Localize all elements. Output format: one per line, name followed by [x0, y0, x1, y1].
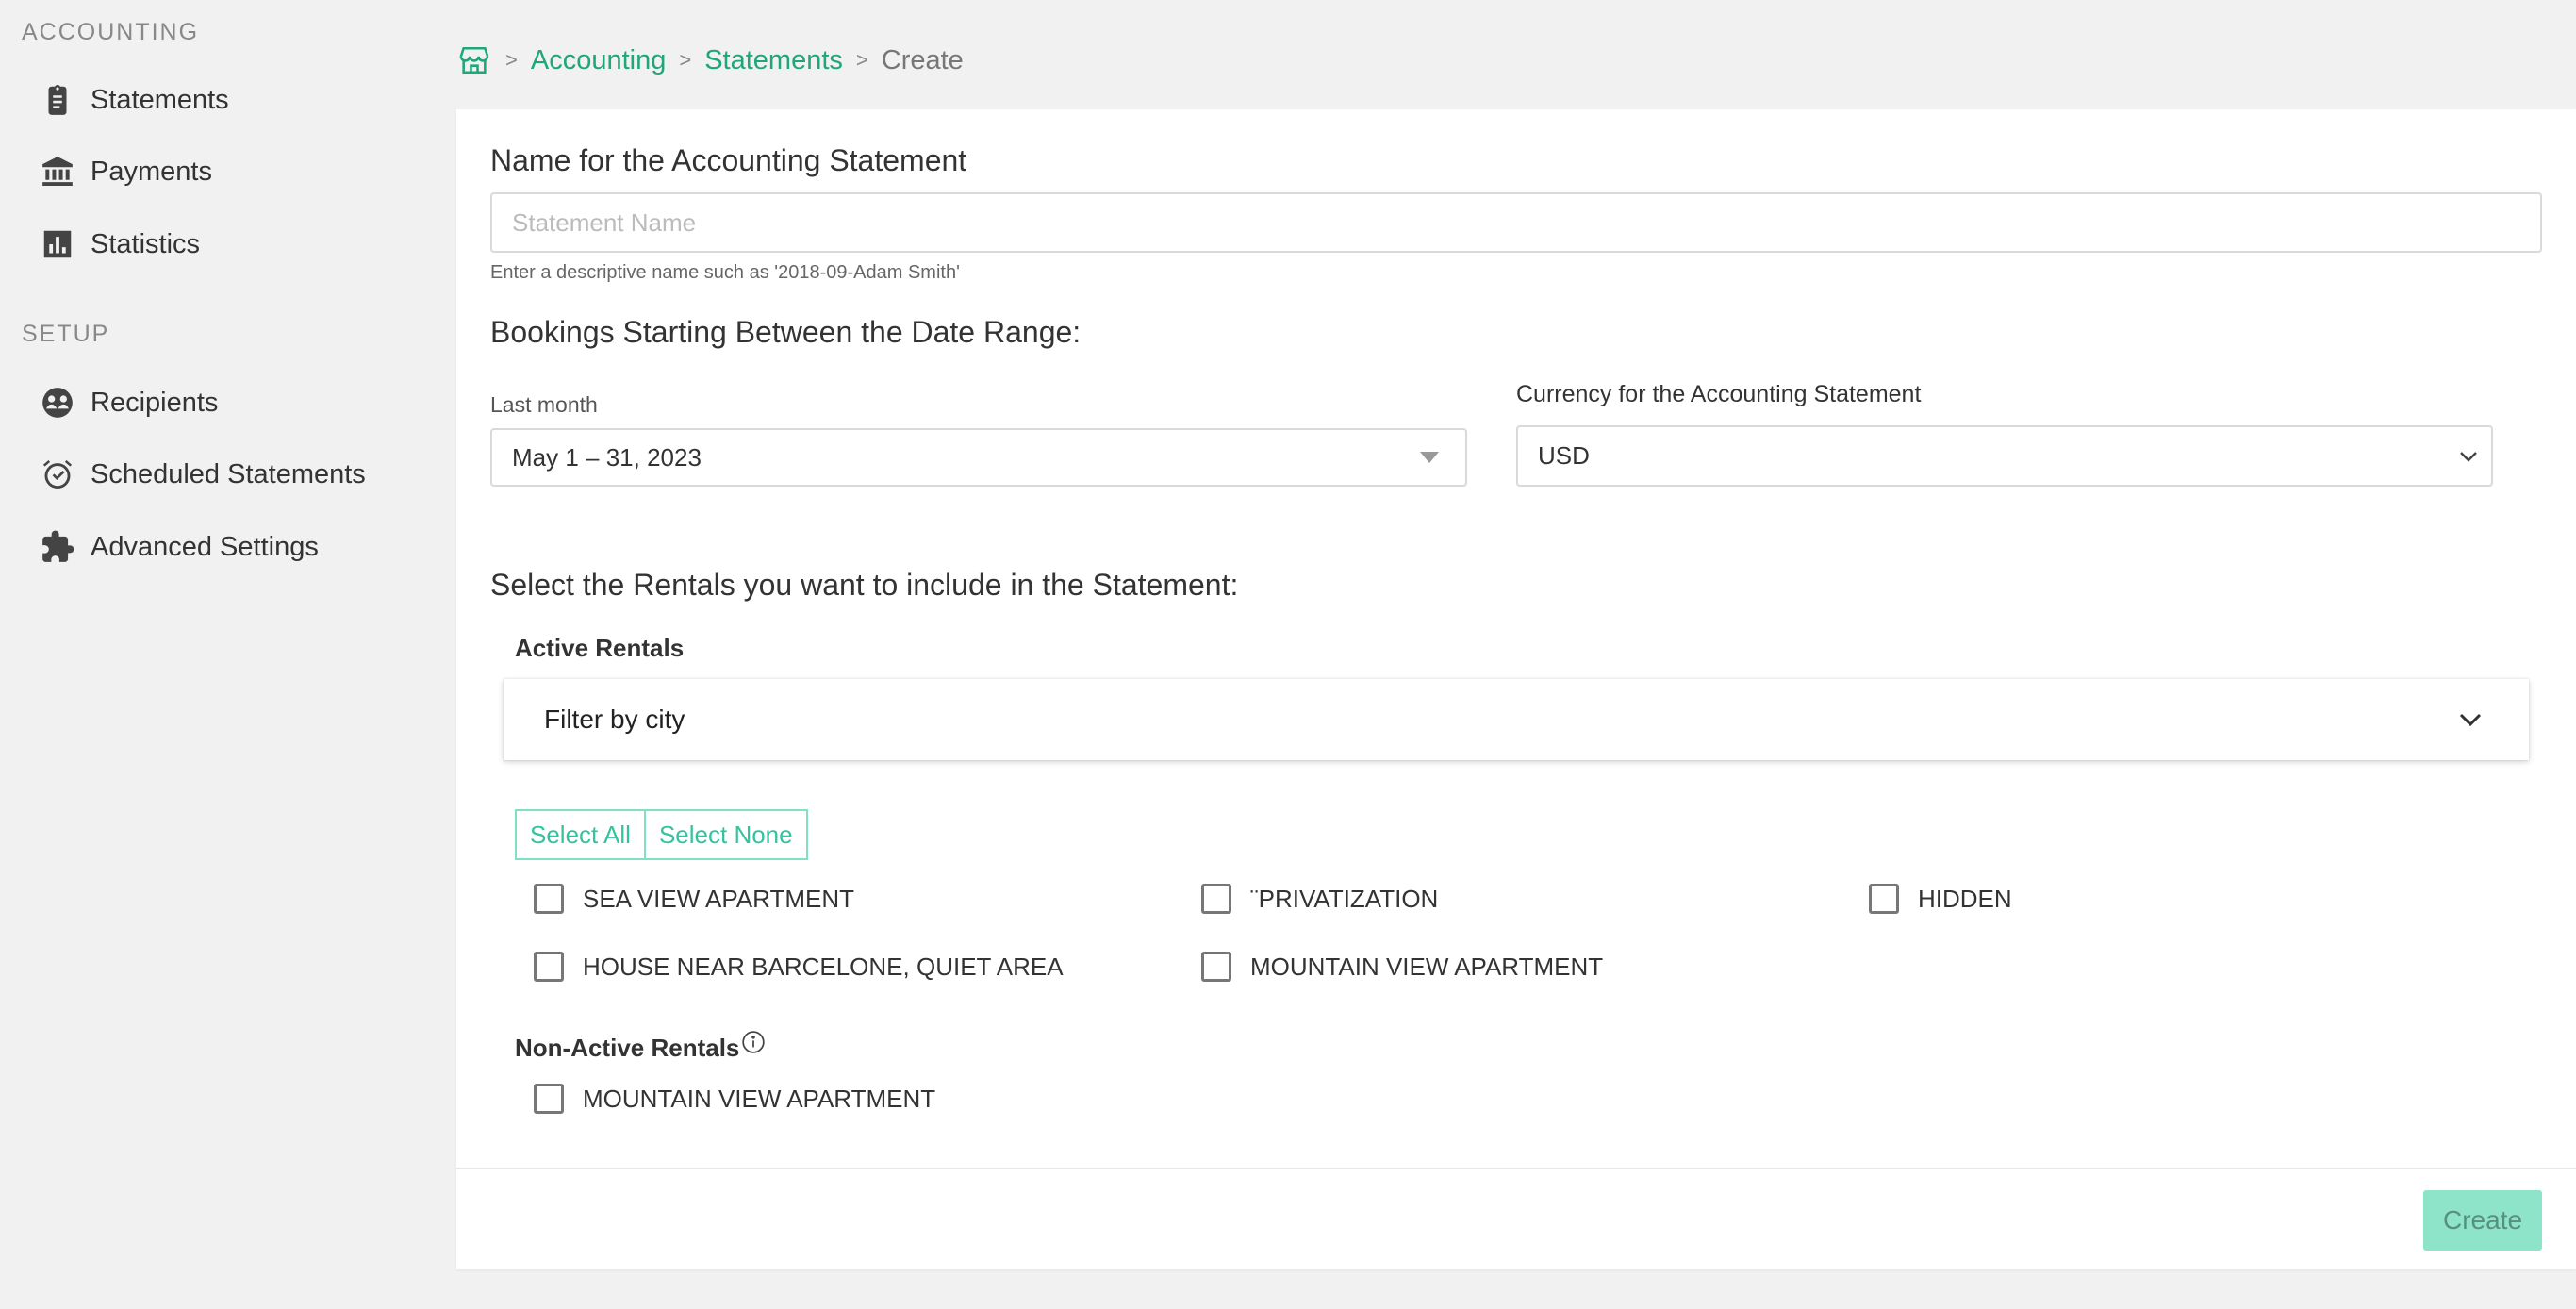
date-range-heading: Bookings Starting Between the Date Range…	[490, 315, 1082, 349]
rental-name: MOUNTAIN VIEW APARTMENT	[583, 1084, 936, 1113]
filter-by-city-dropdown[interactable]: Filter by city	[504, 679, 2529, 760]
sidebar: ACCOUNTING Statements Payments Statistic…	[0, 0, 443, 1309]
sidebar-item-label: Advanced Settings	[91, 531, 319, 562]
sidebar-item-statements[interactable]: Statements	[40, 76, 229, 124]
rental-checkbox-item[interactable]: MOUNTAIN VIEW APARTMENT	[1201, 952, 1603, 982]
sidebar-item-payments[interactable]: Payments	[40, 148, 212, 195]
select-all-button[interactable]: Select All	[515, 809, 646, 860]
checkbox[interactable]	[534, 1084, 564, 1114]
caret-down-icon	[1420, 452, 1439, 463]
rental-checkbox-item[interactable]: HOUSE NEAR BARCELONE, QUIET AREA	[534, 952, 1064, 982]
non-active-rentals-label: Non-Active Rentals	[515, 1034, 740, 1062]
date-preset-label: Last month	[490, 392, 598, 417]
sidebar-item-advanced-settings[interactable]: Advanced Settings	[40, 523, 319, 571]
sidebar-item-statistics[interactable]: Statistics	[40, 221, 200, 268]
sidebar-item-label: Payments	[91, 156, 212, 187]
chevron-down-icon	[2460, 451, 2477, 462]
chevron-down-icon	[2459, 713, 2482, 726]
bank-icon	[42, 157, 73, 187]
rental-name: HIDDEN	[1918, 884, 2012, 913]
checkbox[interactable]	[534, 952, 564, 982]
checkbox[interactable]	[1201, 884, 1231, 914]
selection-button-group: Select All Select None	[515, 809, 808, 860]
rental-name: ¨PRIVATIZATION	[1250, 884, 1439, 913]
select-none-button[interactable]: Select None	[643, 809, 808, 860]
rental-checkbox-item[interactable]: MOUNTAIN VIEW APARTMENT	[534, 1084, 935, 1114]
rental-name: MOUNTAIN VIEW APARTMENT	[1250, 952, 1604, 981]
bar-chart-icon	[43, 230, 72, 258]
sidebar-item-label: Scheduled Statements	[91, 458, 366, 489]
info-icon[interactable]	[741, 1030, 766, 1054]
filter-by-city-label: Filter by city	[544, 704, 685, 734]
create-button[interactable]: Create	[2423, 1190, 2542, 1251]
currency-value: USD	[1538, 441, 1590, 470]
statement-name-help: Enter a descriptive name such as '2018-0…	[490, 262, 960, 283]
sidebar-item-label: Statistics	[91, 228, 201, 259]
puzzle-icon	[42, 530, 74, 562]
rental-name: SEA VIEW APARTMENT	[583, 884, 854, 913]
currency-label: Currency for the Accounting Statement	[1516, 381, 1922, 407]
sidebar-item-recipients[interactable]: Recipients	[40, 379, 218, 426]
breadcrumb-separator: >	[679, 48, 692, 72]
statement-form-card: Name for the Accounting Statement Enter …	[456, 109, 2576, 1269]
breadcrumb: > Accounting > Statements > Create	[456, 40, 964, 81]
active-rentals-label: Active Rentals	[515, 634, 685, 662]
statement-name-label: Name for the Accounting Statement	[490, 143, 967, 177]
breadcrumb-current: Create	[881, 44, 964, 75]
clipboard-icon	[48, 84, 67, 115]
section-title-setup: SETUP	[22, 321, 110, 347]
date-range-value: May 1 – 31, 2023	[512, 442, 702, 472]
store-icon[interactable]	[456, 44, 492, 76]
rental-checkbox-item[interactable]: SEA VIEW APARTMENT	[534, 884, 854, 914]
footer-divider	[456, 1168, 2576, 1169]
rental-checkbox-item[interactable]: ¨PRIVATIZATION	[1201, 884, 1438, 914]
breadcrumb-statements[interactable]: Statements	[704, 45, 843, 76]
statement-name-input[interactable]	[490, 192, 2542, 253]
checkbox[interactable]	[1869, 884, 1899, 914]
users-icon	[42, 388, 73, 418]
alarm-clock-icon	[42, 459, 73, 489]
sidebar-item-label: Statements	[91, 84, 229, 115]
rental-name: HOUSE NEAR BARCELONE, QUIET AREA	[583, 952, 1064, 981]
currency-select[interactable]: USD	[1516, 425, 2493, 487]
sidebar-item-scheduled-statements[interactable]: Scheduled Statements	[40, 451, 366, 498]
sidebar-item-label: Recipients	[91, 387, 219, 418]
rentals-heading: Select the Rentals you want to include i…	[490, 568, 1239, 602]
checkbox[interactable]	[534, 884, 564, 914]
date-range-picker[interactable]: May 1 – 31, 2023	[490, 428, 1467, 487]
breadcrumb-separator: >	[505, 48, 518, 72]
checkbox[interactable]	[1201, 952, 1231, 982]
breadcrumb-separator: >	[855, 48, 868, 72]
rental-checkbox-item[interactable]: HIDDEN	[1869, 884, 2012, 914]
breadcrumb-accounting[interactable]: Accounting	[531, 45, 667, 76]
section-title-accounting: ACCOUNTING	[22, 19, 200, 45]
